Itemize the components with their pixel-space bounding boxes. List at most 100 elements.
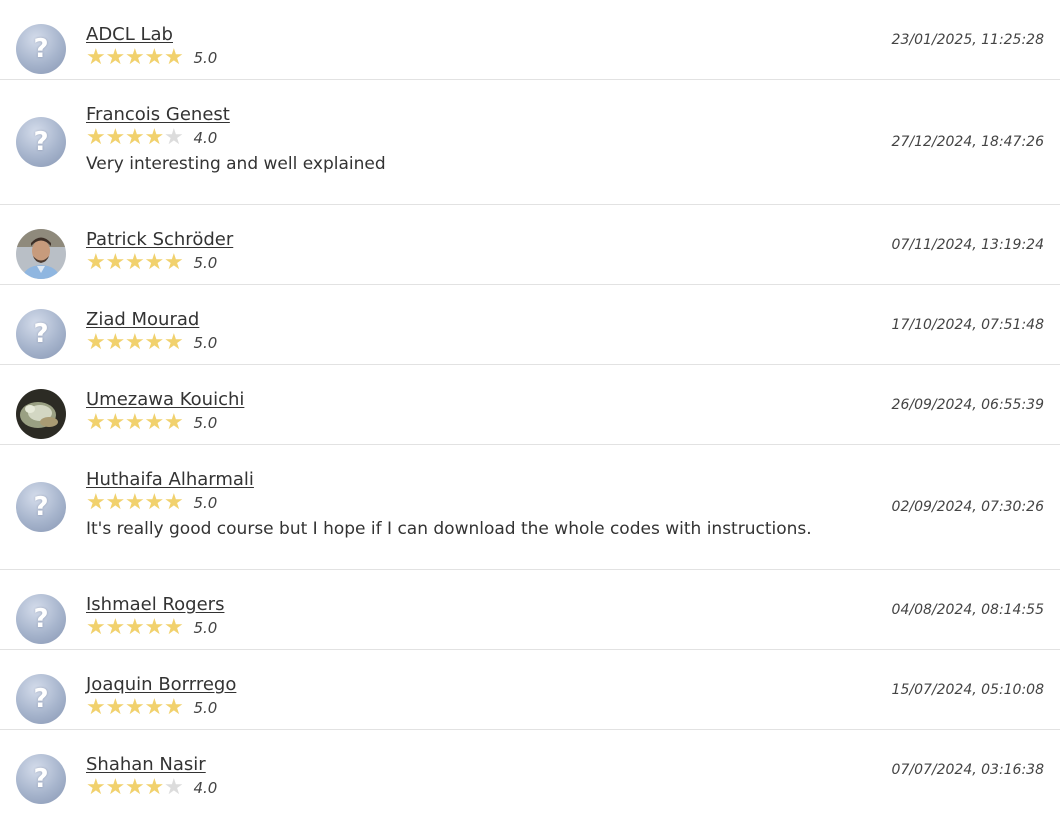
review-item: ? Huthaifa Alharmali ★ ★ ★ ★ ★ 5.0 It's real… xyxy=(0,445,1060,570)
reviewer-name-link[interactable]: Umezawa Kouichi xyxy=(86,388,244,412)
star-filled-icon: ★ xyxy=(86,250,106,275)
question-mark-icon: ? xyxy=(33,319,49,349)
star-filled-icon: ★ xyxy=(125,125,145,150)
rating-score: 5.0 xyxy=(193,414,218,432)
default-avatar-icon[interactable]: ? xyxy=(16,482,66,532)
star-rating: ★ ★ ★ ★ ★ xyxy=(86,492,184,514)
review-date: 26/09/2024, 06:55:39 xyxy=(891,396,1044,413)
reviewer-name-link[interactable]: ADCL Lab xyxy=(86,23,217,47)
star-rating: ★ ★ ★ ★ ★ xyxy=(86,252,184,274)
reviewer-name-link[interactable]: Ishmael Rogers xyxy=(86,593,224,617)
review-date: 23/01/2025, 11:25:28 xyxy=(891,31,1044,48)
question-mark-icon: ? xyxy=(33,34,49,64)
question-mark-icon: ? xyxy=(33,127,49,157)
review-content: Francois Genest ★ ★ ★ ★ ★ 4.0 Very interesti… xyxy=(86,103,386,176)
review-content: Joaquin Borrrego ★ ★ ★ ★ ★ 5.0 xyxy=(86,673,236,719)
rating-score: 5.0 xyxy=(193,254,218,272)
reviewer-name-link[interactable]: Joaquin Borrrego xyxy=(86,673,236,697)
star-rating: ★ ★ ★ ★ ★ xyxy=(86,697,184,719)
star-filled-icon: ★ xyxy=(125,330,145,355)
star-filled-icon: ★ xyxy=(86,695,106,720)
rating-score: 5.0 xyxy=(193,334,218,352)
reviewer-name-link[interactable]: Patrick Schröder xyxy=(86,228,233,252)
star-filled-icon: ★ xyxy=(164,490,184,515)
star-filled-icon: ★ xyxy=(105,250,126,275)
default-avatar-icon[interactable]: ? xyxy=(16,309,66,359)
reviewer-name-link[interactable]: Francois Genest xyxy=(86,103,386,127)
review-date: 02/09/2024, 07:30:26 xyxy=(891,499,1044,515)
review-item: ? Francois Genest ★ ★ ★ ★ ★ 4.0 Very interes… xyxy=(0,80,1060,205)
rating: ★ ★ ★ ★ ★ 5.0 xyxy=(86,617,224,639)
review-item: ? ADCL Lab ★ ★ ★ ★ ★ 5.0 23/01/2025, 11:25:2… xyxy=(0,0,1060,80)
review-comment: Very interesting and well explained xyxy=(86,154,386,174)
star-filled-icon: ★ xyxy=(105,695,126,720)
star-filled-icon: ★ xyxy=(125,695,145,720)
star-filled-icon: ★ xyxy=(125,615,145,640)
rating: ★ ★ ★ ★ ★ 4.0 xyxy=(86,127,386,149)
rating-score: 5.0 xyxy=(193,49,218,67)
review-date: 07/07/2024, 03:16:38 xyxy=(891,762,1044,778)
review-content: Huthaifa Alharmali ★ ★ ★ ★ ★ 5.0 It's really… xyxy=(86,468,812,541)
default-avatar-icon[interactable]: ? xyxy=(16,117,66,167)
avatar-photo[interactable] xyxy=(16,389,66,439)
star-filled-icon: ★ xyxy=(144,125,165,150)
review-item: Patrick Schröder ★ ★ ★ ★ ★ 5.0 07/11/2024, 1… xyxy=(0,205,1060,285)
star-empty-icon: ★ xyxy=(164,775,184,800)
reviewer-name-link[interactable]: Ziad Mourad xyxy=(86,308,217,332)
star-filled-icon: ★ xyxy=(125,410,145,435)
review-item: ? Ishmael Rogers ★ ★ ★ ★ ★ 5.0 04/08/2024, 0… xyxy=(0,570,1060,650)
review-item: ? Joaquin Borrrego ★ ★ ★ ★ ★ 5.0 15/07/2024,… xyxy=(0,650,1060,730)
star-filled-icon: ★ xyxy=(144,330,165,355)
star-filled-icon: ★ xyxy=(105,775,126,800)
default-avatar-icon[interactable]: ? xyxy=(16,24,66,74)
star-filled-icon: ★ xyxy=(105,490,126,515)
rating-score: 4.0 xyxy=(193,129,218,147)
star-filled-icon: ★ xyxy=(86,775,106,800)
star-filled-icon: ★ xyxy=(125,775,145,800)
star-rating: ★ ★ ★ ★ ★ xyxy=(86,412,184,434)
rating: ★ ★ ★ ★ ★ 5.0 xyxy=(86,332,217,354)
default-avatar-icon[interactable]: ? xyxy=(16,594,66,644)
rating-score: 5.0 xyxy=(193,699,218,717)
star-filled-icon: ★ xyxy=(86,615,106,640)
rating-score: 4.0 xyxy=(193,779,218,797)
review-item: Umezawa Kouichi ★ ★ ★ ★ ★ 5.0 26/09/2024, 06… xyxy=(0,365,1060,445)
star-filled-icon: ★ xyxy=(164,250,184,275)
star-filled-icon: ★ xyxy=(86,330,106,355)
star-filled-icon: ★ xyxy=(105,125,126,150)
default-avatar-icon[interactable]: ? xyxy=(16,754,66,804)
review-date: 27/12/2024, 18:47:26 xyxy=(891,134,1044,150)
star-filled-icon: ★ xyxy=(125,490,145,515)
star-filled-icon: ★ xyxy=(164,410,184,435)
star-filled-icon: ★ xyxy=(144,45,165,70)
rating: ★ ★ ★ ★ ★ 5.0 xyxy=(86,252,233,274)
star-filled-icon: ★ xyxy=(164,330,184,355)
star-rating: ★ ★ ★ ★ ★ xyxy=(86,777,184,799)
star-filled-icon: ★ xyxy=(144,410,165,435)
question-mark-icon: ? xyxy=(33,604,49,634)
review-item: ? Shahan Nasir ★ ★ ★ ★ ★ 4.0 07/07/2024, 03:… xyxy=(0,730,1060,810)
question-mark-icon: ? xyxy=(33,684,49,714)
default-avatar-icon[interactable]: ? xyxy=(16,674,66,724)
star-rating: ★ ★ ★ ★ ★ xyxy=(86,332,184,354)
star-filled-icon: ★ xyxy=(86,410,106,435)
star-filled-icon: ★ xyxy=(144,490,165,515)
review-date: 04/08/2024, 08:14:55 xyxy=(891,601,1044,618)
review-content: Umezawa Kouichi ★ ★ ★ ★ ★ 5.0 xyxy=(86,388,244,434)
star-filled-icon: ★ xyxy=(144,695,165,720)
review-item: ? Ziad Mourad ★ ★ ★ ★ ★ 5.0 17/10/2024, 07:5… xyxy=(0,285,1060,365)
star-filled-icon: ★ xyxy=(144,615,165,640)
star-filled-icon: ★ xyxy=(144,775,165,800)
review-date: 07/11/2024, 13:19:24 xyxy=(891,236,1044,253)
avatar-photo[interactable] xyxy=(16,229,66,279)
star-filled-icon: ★ xyxy=(164,695,184,720)
reviewer-name-link[interactable]: Huthaifa Alharmali xyxy=(86,468,812,492)
star-filled-icon: ★ xyxy=(105,330,126,355)
reviewer-name-link[interactable]: Shahan Nasir xyxy=(86,753,217,777)
star-filled-icon: ★ xyxy=(105,45,126,70)
star-empty-icon: ★ xyxy=(164,125,184,150)
star-filled-icon: ★ xyxy=(125,250,145,275)
review-content: Ziad Mourad ★ ★ ★ ★ ★ 5.0 xyxy=(86,308,217,354)
star-rating: ★ ★ ★ ★ ★ xyxy=(86,127,184,149)
review-content: Ishmael Rogers ★ ★ ★ ★ ★ 5.0 xyxy=(86,593,224,639)
